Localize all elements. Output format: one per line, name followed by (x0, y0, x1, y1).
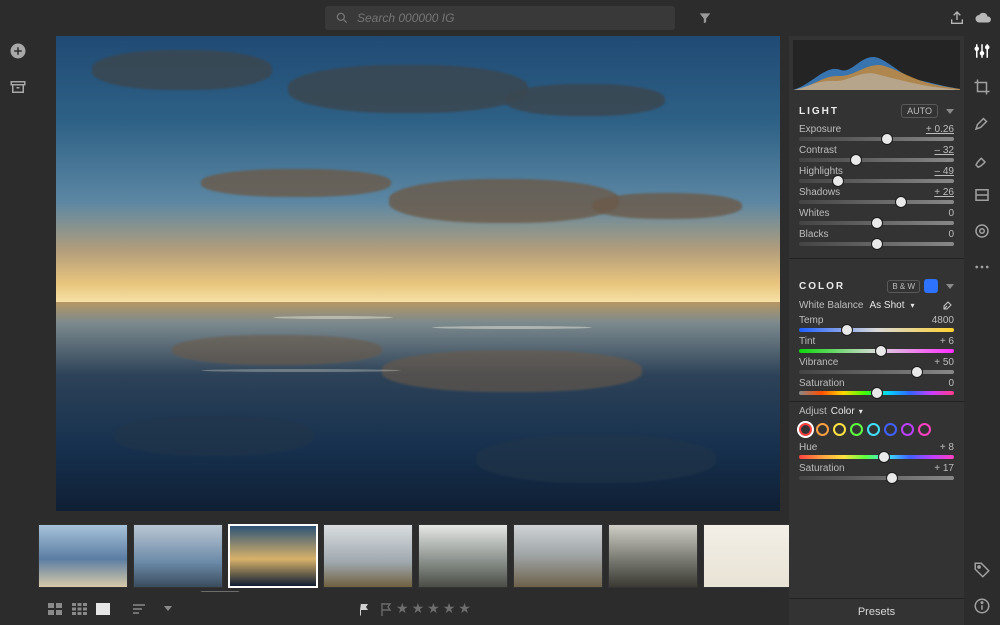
single-view-icon[interactable] (96, 603, 110, 615)
slider-hue[interactable]: Hue+ 8 (799, 442, 954, 459)
adjust-label: Adjust (799, 406, 827, 417)
flag-pick-icon[interactable] (358, 602, 371, 616)
slider-exposure[interactable]: Exposure+ 0.26 (799, 124, 954, 141)
thumbnail-7[interactable] (703, 524, 793, 588)
slider-whites[interactable]: Whites0 (799, 208, 954, 225)
slider-vibrance[interactable]: Vibrance+ 50 (799, 357, 954, 374)
slider-blacks[interactable]: Blacks0 (799, 229, 954, 246)
color-mixer-button[interactable] (924, 279, 938, 293)
tag-icon[interactable] (973, 561, 991, 579)
color-section-title: COLOR (799, 281, 845, 292)
rating-stars[interactable]: ★★★★★ (396, 600, 471, 617)
more-icon[interactable] (973, 258, 991, 276)
grid-view-icon[interactable] (72, 603, 87, 615)
photo-canvas[interactable] (56, 36, 780, 511)
wb-value[interactable]: As Shot (869, 300, 904, 311)
swatch-0[interactable] (799, 423, 812, 436)
filter-icon[interactable] (698, 11, 712, 25)
slider-contrast[interactable]: Contrast– 32 (799, 145, 954, 162)
thumbnail-3[interactable] (323, 524, 413, 588)
wb-label: White Balance (799, 300, 863, 311)
slider-temp[interactable]: Temp4800 (799, 315, 954, 332)
swatch-2[interactable] (833, 423, 846, 436)
add-photos-button[interactable] (9, 42, 27, 60)
slider-highlights[interactable]: Highlights– 49 (799, 166, 954, 183)
auto-button[interactable]: AUTO (901, 104, 938, 118)
archive-button[interactable] (9, 78, 27, 96)
search-input[interactable] (357, 11, 665, 25)
sort-icon[interactable] (133, 603, 151, 615)
top-bar (0, 0, 1000, 36)
swatch-5[interactable] (884, 423, 897, 436)
left-toolbar (0, 36, 36, 625)
thumbnail-6[interactable] (608, 524, 698, 588)
cloud-sync-icon[interactable] (974, 9, 992, 27)
swatch-7[interactable] (918, 423, 931, 436)
crop-icon[interactable] (973, 78, 991, 96)
edit-panel: LIGHT AUTO Exposure+ 0.26 Contrast– 32 H… (789, 36, 964, 625)
sort-drop-icon[interactable] (164, 606, 172, 611)
thumbnail-0[interactable] (38, 524, 128, 588)
histogram[interactable] (793, 40, 960, 90)
thumbnail-2[interactable] (228, 524, 318, 588)
info-icon[interactable] (973, 597, 991, 615)
edit-sliders-icon[interactable] (973, 42, 991, 60)
flag-reject-icon[interactable] (380, 602, 393, 616)
swatch-3[interactable] (850, 423, 863, 436)
bw-button[interactable]: B & W (887, 280, 920, 293)
grid-small-view-icon[interactable] (48, 603, 63, 615)
swatch-6[interactable] (901, 423, 914, 436)
slider-tint[interactable]: Tint+ 6 (799, 336, 954, 353)
light-section-title: LIGHT (799, 106, 839, 117)
right-toolbar (964, 36, 1000, 625)
slider-saturation[interactable]: Saturation+ 17 (799, 463, 954, 480)
search-field[interactable] (325, 6, 675, 30)
thumbnail-1[interactable] (133, 524, 223, 588)
adjust-mode[interactable]: Color (831, 406, 855, 417)
slider-saturation[interactable]: Saturation0 (799, 378, 954, 395)
thumbnail-5[interactable] (513, 524, 603, 588)
thumbnail-4[interactable] (418, 524, 508, 588)
slider-shadows[interactable]: Shadows+ 26 (799, 187, 954, 204)
brush-icon[interactable] (973, 150, 991, 168)
healing-brush-icon[interactable] (973, 114, 991, 132)
share-icon[interactable] (949, 10, 965, 26)
color-swatches (799, 423, 954, 436)
search-icon (335, 11, 349, 25)
light-drop-icon[interactable] (946, 109, 954, 114)
radial-gradient-icon[interactable] (973, 222, 991, 240)
presets-button[interactable]: Presets (789, 598, 964, 625)
eyedropper-icon[interactable] (942, 299, 954, 311)
swatch-4[interactable] (867, 423, 880, 436)
linear-gradient-icon[interactable] (973, 186, 991, 204)
swatch-1[interactable] (816, 423, 829, 436)
color-drop-icon[interactable] (946, 284, 954, 289)
